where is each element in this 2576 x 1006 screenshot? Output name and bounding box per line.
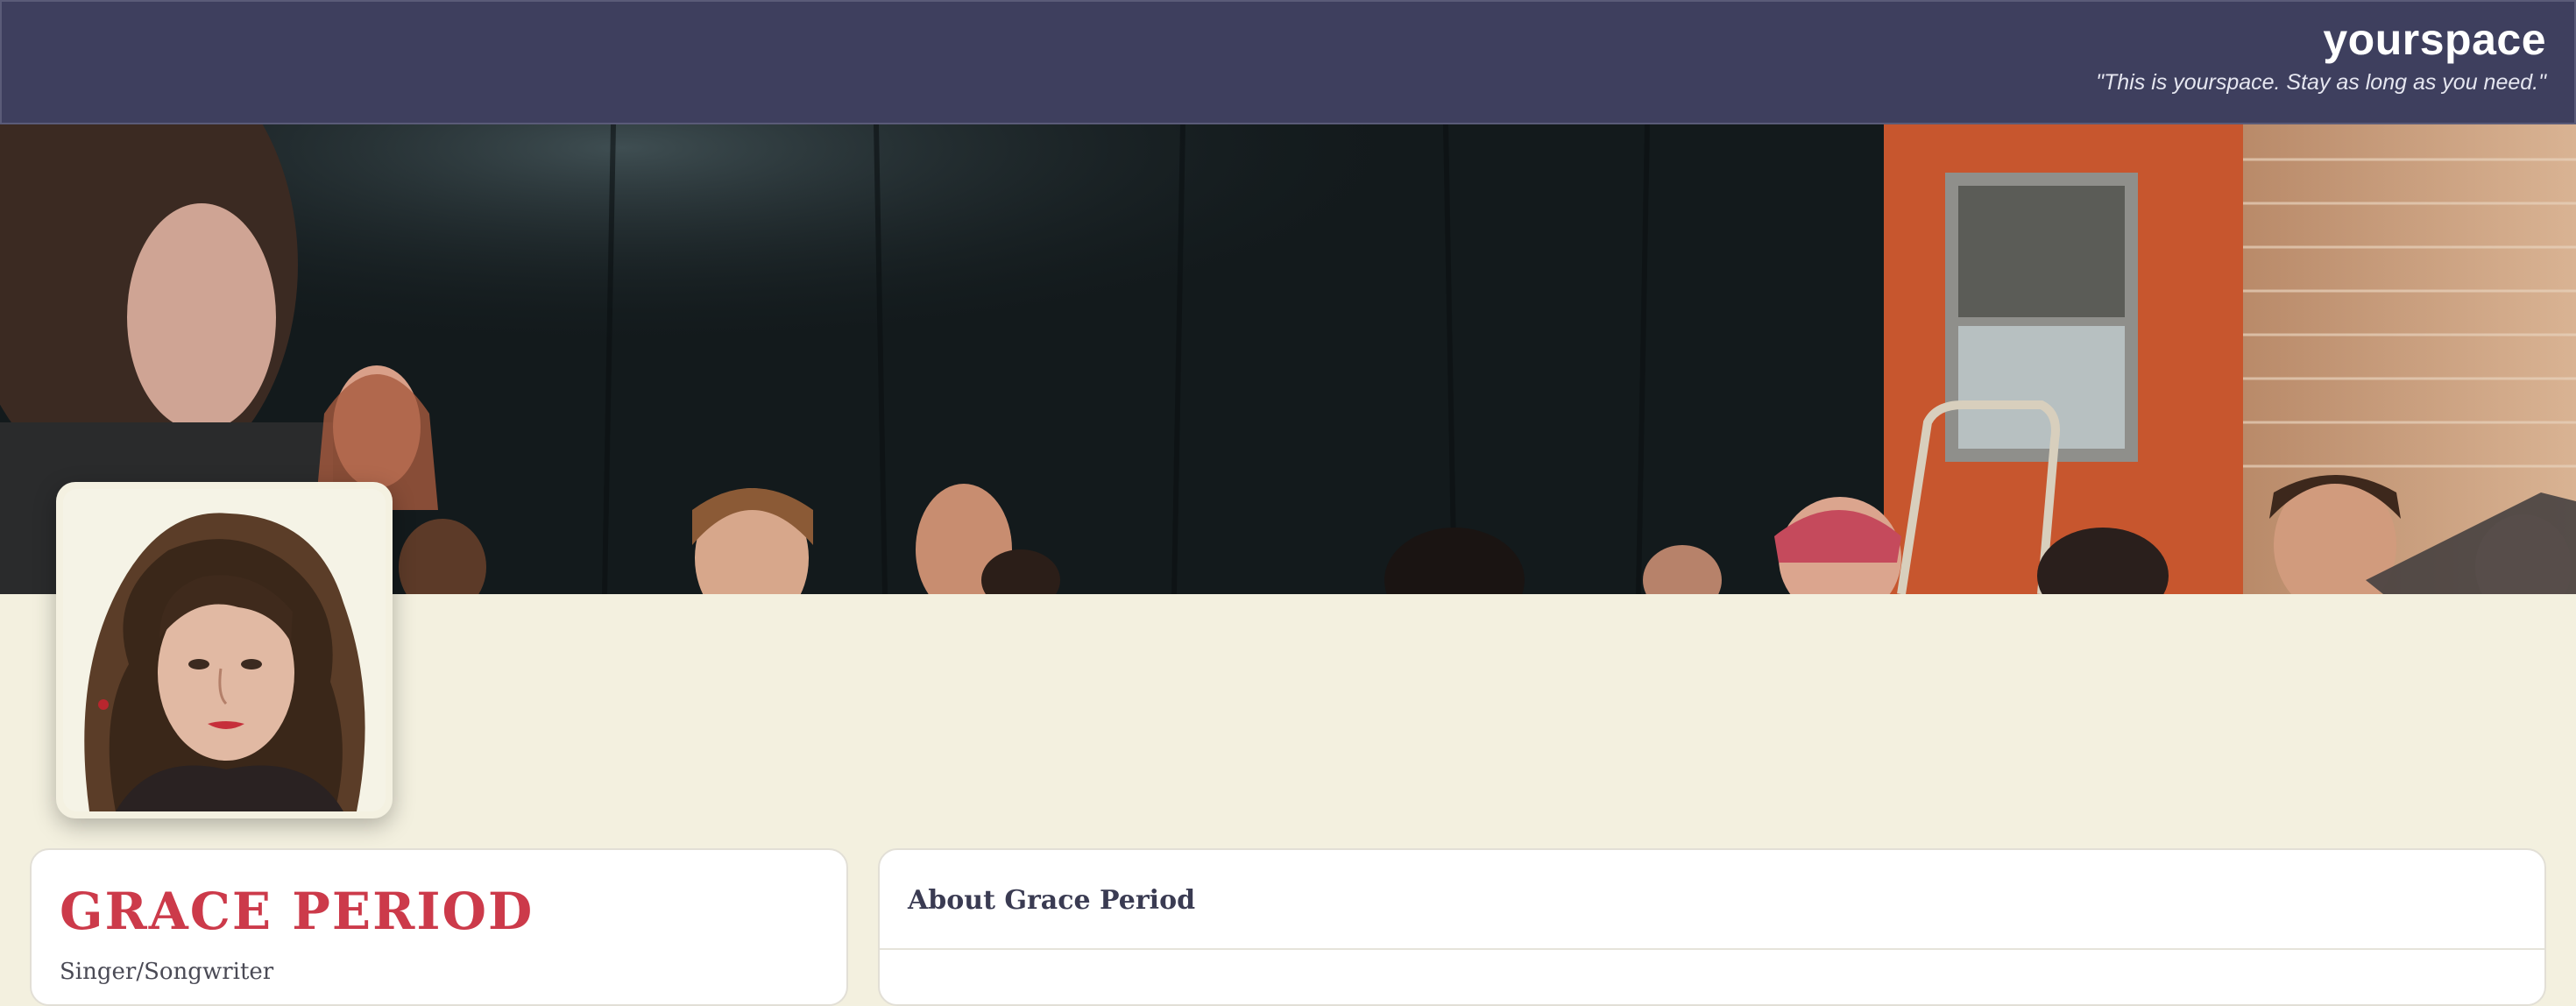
avatar-photo xyxy=(63,489,386,811)
site-tagline: "This is yourspace. Stay as long as you … xyxy=(2096,70,2546,95)
about-divider xyxy=(880,948,2544,950)
site-header: yourspace "This is yourspace. Stay as lo… xyxy=(0,0,2576,124)
site-logo[interactable]: yourspace xyxy=(2323,14,2546,65)
about-title: About Grace Period xyxy=(908,885,1196,916)
about-card: About Grace Period xyxy=(878,848,2546,1006)
profile-name: GRACE PERIOD xyxy=(60,882,534,941)
profile-avatar[interactable] xyxy=(56,482,393,818)
profile-role: Singer/Songwriter xyxy=(60,959,274,985)
profile-card: GRACE PERIOD Singer/Songwriter xyxy=(30,848,848,1006)
